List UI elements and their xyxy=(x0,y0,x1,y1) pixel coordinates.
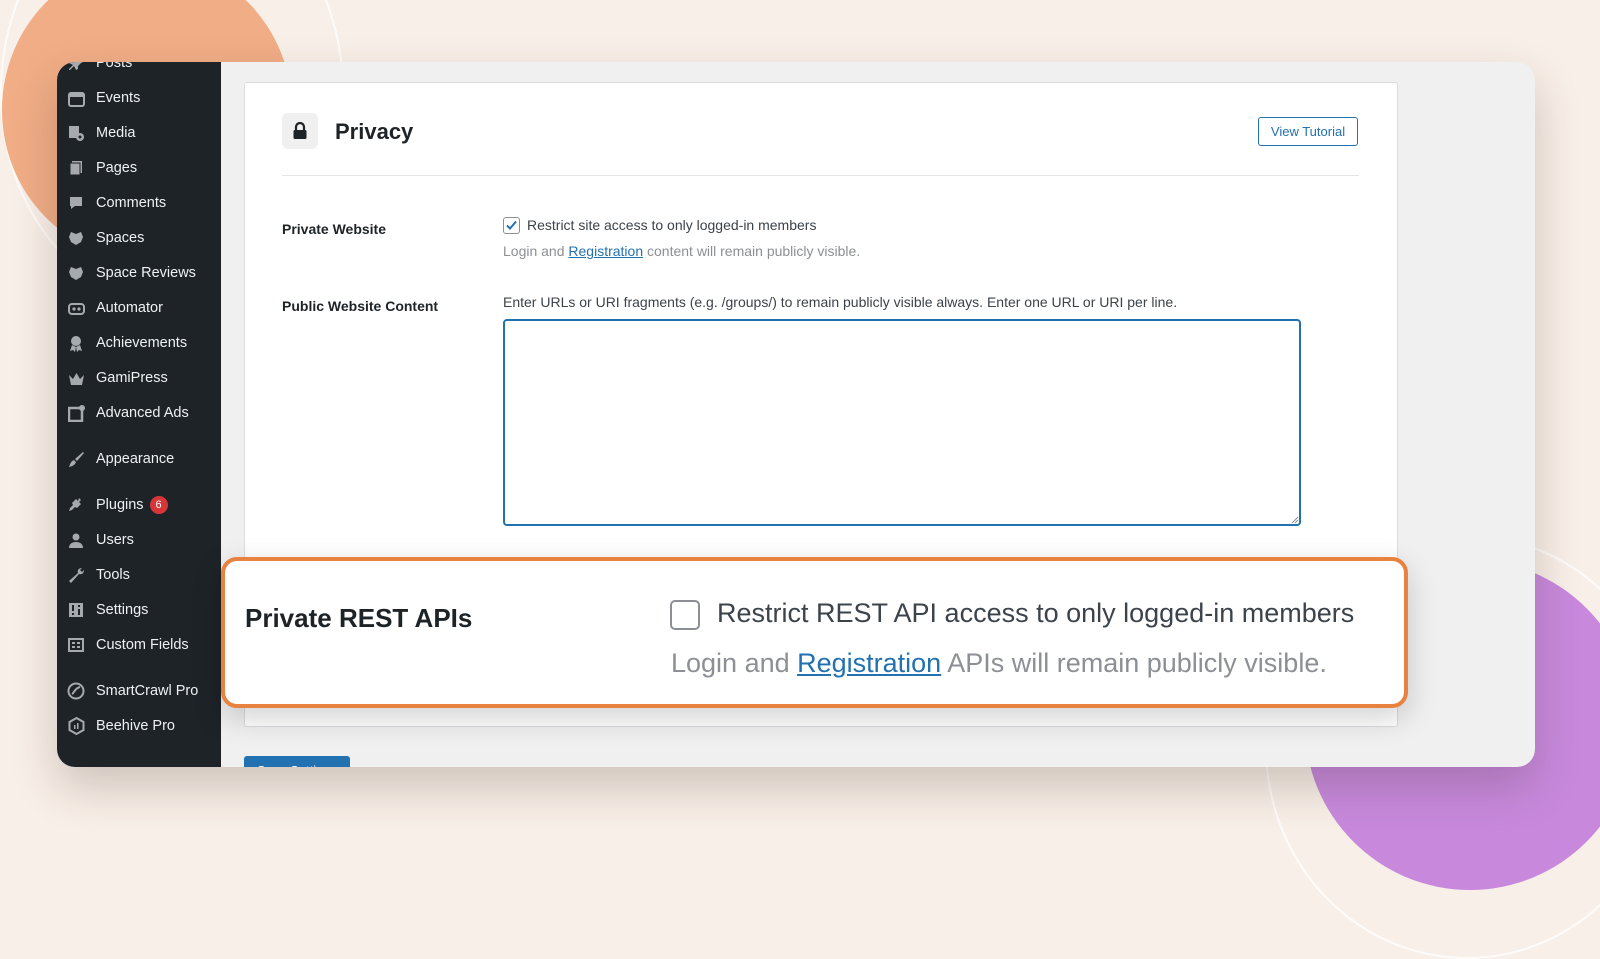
sidebar-item-smartcrawl-pro[interactable]: SmartCrawl Pro xyxy=(57,676,221,706)
lock-icon xyxy=(282,113,318,149)
sidebar-item-label: Settings xyxy=(96,602,149,618)
award-icon xyxy=(66,333,86,353)
sidebar-item-comments[interactable]: Comments xyxy=(57,188,221,218)
private-website-label: Private Website xyxy=(282,221,387,237)
sidebar-item-beehive-pro[interactable]: Beehive Pro xyxy=(57,711,221,741)
sidebar-item-label: Spaces xyxy=(96,230,145,246)
sidebar-item-label: Media xyxy=(96,125,136,141)
sidebar-item-label: Space Reviews xyxy=(96,265,196,281)
user-icon xyxy=(66,530,86,550)
resize-grip-icon[interactable] xyxy=(1290,515,1299,524)
registration-link[interactable]: Registration xyxy=(797,648,941,678)
spaces-icon xyxy=(66,228,86,248)
sidebar-item-space-reviews[interactable]: Space Reviews xyxy=(57,258,221,288)
view-tutorial-button[interactable]: View Tutorial xyxy=(1258,117,1358,146)
sidebar-item-gamipress[interactable]: GamiPress xyxy=(57,363,221,393)
sidebar-item-custom-fields[interactable]: Custom Fields xyxy=(57,630,221,660)
grid-icon xyxy=(66,635,86,655)
sidebar-item-users[interactable]: Users xyxy=(57,525,221,555)
private-rest-apis-label: Private REST APIs xyxy=(245,603,473,633)
help-text: content will remain publicly visible. xyxy=(643,243,861,259)
sidebar-item-tools[interactable]: Tools xyxy=(57,560,221,590)
private-rest-apis-help: Login and Registration APIs will remain … xyxy=(671,648,1327,679)
sidebar-item-label: Custom Fields xyxy=(96,637,189,653)
public-content-textarea[interactable] xyxy=(503,319,1301,526)
sidebar-item-events[interactable]: Events xyxy=(57,83,221,113)
help-text: Login and xyxy=(503,243,569,259)
checkmark-icon xyxy=(506,220,517,230)
sidebar-item-automator[interactable]: Automator xyxy=(57,293,221,323)
private-rest-apis-checkbox-label[interactable]: Restrict REST API access to only logged-… xyxy=(717,598,1354,629)
header-divider xyxy=(282,175,1359,176)
help-text: Login and xyxy=(671,648,798,678)
sidebar-item-label: Posts xyxy=(96,62,133,71)
pin-icon xyxy=(66,62,86,73)
sliders-icon xyxy=(66,600,86,620)
sidebar-item-label: Pages xyxy=(96,160,138,176)
sidebar-item-label: Beehive Pro xyxy=(96,718,175,734)
sidebar-item-label: Tools xyxy=(96,567,130,583)
plugins-update-badge: 6 xyxy=(149,496,168,514)
sidebar-item-label: Users xyxy=(96,532,134,548)
sidebar-item-label: Plugins xyxy=(96,497,144,513)
rest-api-zoom-callout: Private REST APIs Restrict REST API acce… xyxy=(221,557,1408,708)
sidebar-item-spaces[interactable]: Spaces xyxy=(57,223,221,253)
sidebar-item-advanced-ads[interactable]: Advanced Ads xyxy=(57,398,221,428)
brush-icon xyxy=(66,449,86,469)
sidebar-item-label: Appearance xyxy=(96,451,175,467)
crawl-icon xyxy=(66,681,86,701)
private-rest-apis-checkbox[interactable] xyxy=(670,600,700,630)
public-content-description: Enter URLs or URI fragments (e.g. /group… xyxy=(503,294,1178,310)
wrench-icon xyxy=(66,565,86,585)
sidebar-item-label: GamiPress xyxy=(96,370,168,386)
sidebar-item-label: Comments xyxy=(96,195,167,211)
plug-icon xyxy=(66,495,86,515)
ads-icon xyxy=(66,403,86,423)
pages-icon xyxy=(66,158,86,178)
public-content-label: Public Website Content xyxy=(282,298,439,314)
sidebar-item-appearance[interactable]: Appearance xyxy=(57,444,221,474)
admin-sidebar: Posts Events Media Pages Comments Spaces… xyxy=(57,62,221,767)
hexagon-icon xyxy=(66,716,86,736)
sidebar-item-plugins[interactable]: Plugins 6 xyxy=(57,490,221,520)
calendar-icon xyxy=(66,88,86,108)
save-settings-button[interactable]: Save Settings xyxy=(244,756,350,767)
sidebar-item-label: Advanced Ads xyxy=(96,405,189,421)
spaces-icon xyxy=(66,263,86,283)
private-website-help: Login and Registration content will rema… xyxy=(503,243,860,259)
crown-icon xyxy=(66,368,86,388)
panel-title: Privacy xyxy=(335,119,414,144)
sidebar-item-label: Events xyxy=(96,90,141,106)
comment-icon xyxy=(66,193,86,213)
private-website-checkbox[interactable] xyxy=(503,217,520,234)
media-icon xyxy=(66,123,86,143)
sidebar-item-achievements[interactable]: Achievements xyxy=(57,328,221,358)
sidebar-item-label: Automator xyxy=(96,300,163,316)
sidebar-item-label: SmartCrawl Pro xyxy=(96,683,199,699)
private-website-checkbox-label[interactable]: Restrict site access to only logged-in m… xyxy=(527,217,816,233)
robot-icon xyxy=(66,298,86,318)
sidebar-item-posts[interactable]: Posts xyxy=(57,62,221,78)
registration-link[interactable]: Registration xyxy=(568,243,643,259)
sidebar-item-media[interactable]: Media xyxy=(57,118,221,148)
sidebar-item-label: Achievements xyxy=(96,335,188,351)
help-text: APIs will remain publicly visible. xyxy=(941,648,1327,678)
sidebar-item-pages[interactable]: Pages xyxy=(57,153,221,183)
sidebar-item-settings[interactable]: Settings xyxy=(57,595,221,625)
